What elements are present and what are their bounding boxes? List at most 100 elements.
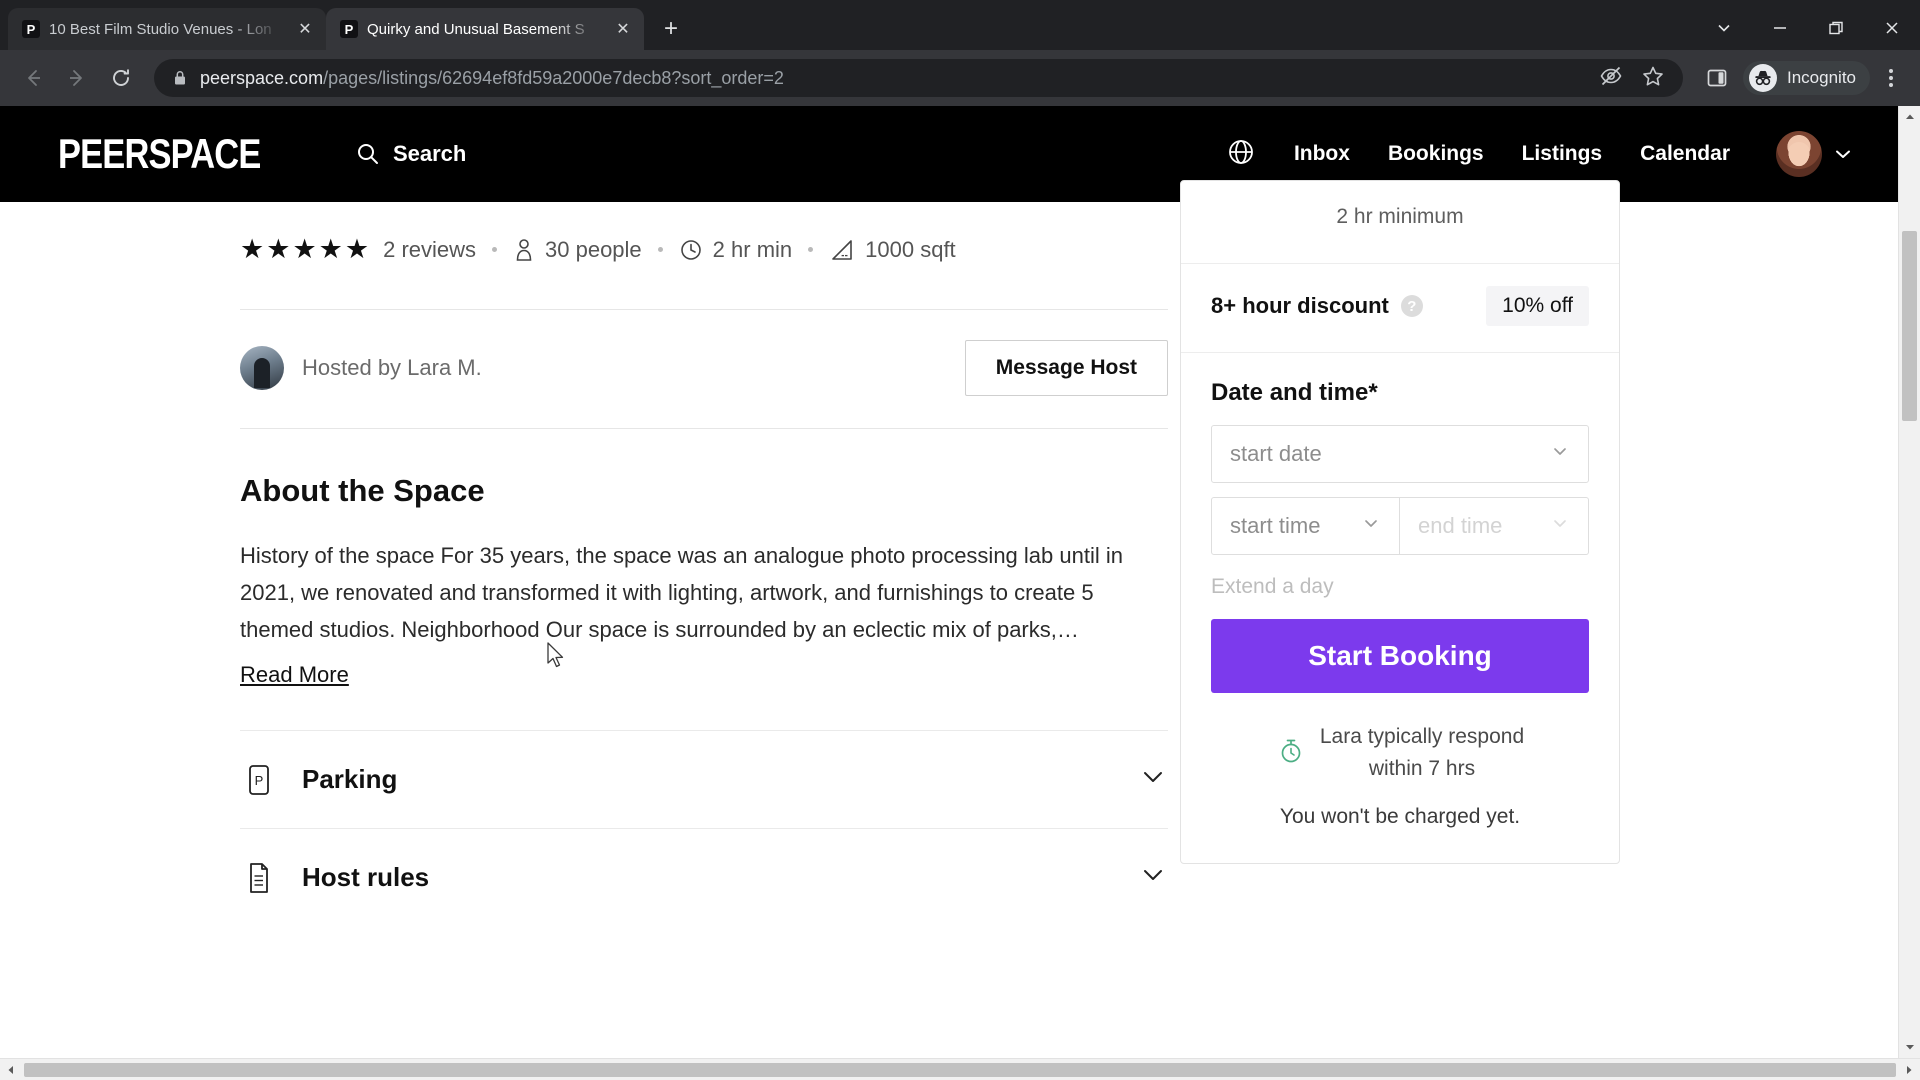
clock-icon bbox=[680, 239, 701, 260]
reviews-label: 2 reviews bbox=[383, 236, 477, 262]
listing-sections: P Parking Host rules bbox=[240, 730, 1168, 926]
incognito-indicator[interactable]: Incognito bbox=[1743, 61, 1870, 95]
incognito-label: Incognito bbox=[1787, 68, 1856, 87]
extend-a-day-link[interactable]: Extend a day bbox=[1211, 575, 1589, 599]
search-icon bbox=[357, 144, 378, 164]
close-icon[interactable] bbox=[1864, 6, 1920, 50]
booking-form: Date and time* start date start time end… bbox=[1181, 352, 1619, 863]
listing-stats: ★ ★ ★ ★ ★ 2 reviews 30 people 2 hr min 1… bbox=[240, 202, 1180, 263]
date-time-heading: Date and time* bbox=[1211, 379, 1378, 406]
capacity-label: 30 people bbox=[545, 236, 642, 262]
discount-row: 8+ hour discount ? 10% off bbox=[1181, 263, 1619, 352]
browser-window: P 10 Best Film Studio Venues - Lon ✕ P Q… bbox=[0, 0, 1920, 1080]
lock-icon bbox=[175, 71, 185, 85]
start-time-value: start time bbox=[1230, 513, 1321, 538]
chevron-down-icon bbox=[1550, 513, 1570, 539]
search-label: Search bbox=[392, 141, 467, 166]
nav-inbox[interactable]: Inbox bbox=[1294, 142, 1350, 166]
booking-column: 2 hr minimum 8+ hour discount ? 10% off … bbox=[1180, 180, 1680, 1058]
eye-crossed-icon[interactable] bbox=[1599, 64, 1623, 93]
end-time-select[interactable]: end time bbox=[1400, 497, 1589, 555]
scroll-up-arrow-icon[interactable] bbox=[1899, 106, 1920, 128]
horizontal-scrollbar-thumb[interactable] bbox=[24, 1062, 1896, 1077]
host-name: Hosted by Lara M. bbox=[302, 355, 482, 380]
section-host-rules[interactable]: Host rules bbox=[240, 828, 1168, 926]
page-viewport: PEERSPACE Search Inbox Bookings Listings… bbox=[0, 106, 1920, 1058]
minimize-icon[interactable] bbox=[1752, 6, 1808, 50]
nav-listings[interactable]: Listings bbox=[1522, 142, 1603, 166]
parking-icon: P bbox=[240, 763, 278, 797]
message-host-button[interactable]: Message Host bbox=[964, 340, 1168, 396]
forward-arrow-icon[interactable] bbox=[58, 59, 96, 97]
star-icon[interactable] bbox=[1641, 64, 1665, 93]
omnibox-actions bbox=[1599, 64, 1671, 93]
section-label: Parking bbox=[302, 764, 398, 794]
listing-content: ★ ★ ★ ★ ★ 2 reviews 30 people 2 hr min 1… bbox=[0, 180, 1898, 1058]
tab-title: Quirky and Unusual Basement S bbox=[367, 20, 585, 38]
incognito-icon bbox=[1749, 64, 1777, 92]
vertical-scrollbar[interactable] bbox=[1898, 106, 1920, 1058]
about-text: History of the space For 35 years, the s… bbox=[240, 543, 1123, 642]
header-nav: Inbox Bookings Listings Calendar bbox=[1226, 131, 1854, 177]
kebab-menu-icon[interactable] bbox=[1876, 69, 1906, 87]
vertical-scrollbar-thumb[interactable] bbox=[1902, 231, 1917, 421]
section-label: Host rules bbox=[302, 862, 430, 892]
minimum-label: 2 hr min bbox=[712, 236, 793, 262]
capacity-stat: 30 people bbox=[513, 237, 642, 263]
help-icon[interactable]: ? bbox=[1400, 295, 1423, 317]
no-charge-note: You won't be charged yet. bbox=[1279, 805, 1521, 828]
peerspace-logo[interactable]: PEERSPACE bbox=[58, 130, 261, 178]
read-more-link[interactable]: Read More bbox=[240, 662, 349, 688]
browser-tab-2[interactable]: P Quirky and Unusual Basement S ✕ bbox=[326, 8, 644, 50]
size-label: 1000 sqft bbox=[865, 236, 956, 262]
scroll-down-arrow-icon[interactable] bbox=[1899, 1036, 1920, 1058]
response-time-text: Lara typically respond within 7 hrs bbox=[1319, 725, 1525, 780]
side-panel-icon[interactable] bbox=[1697, 66, 1737, 90]
close-icon[interactable]: ✕ bbox=[612, 18, 634, 40]
chevron-down-icon bbox=[1836, 150, 1850, 158]
separator-dot bbox=[657, 247, 663, 252]
account-menu[interactable] bbox=[1776, 131, 1854, 177]
scroll-left-arrow-icon[interactable] bbox=[0, 1064, 22, 1076]
separator-dot bbox=[808, 247, 814, 252]
start-time-select[interactable]: start time bbox=[1211, 497, 1400, 555]
globe-icon[interactable] bbox=[1226, 137, 1256, 172]
minimum-note: 2 hr minimum bbox=[1336, 205, 1464, 228]
url-text: peerspace.com/pages/listings/62694ef8fd5… bbox=[200, 67, 784, 88]
time-selects: start time end time bbox=[1211, 497, 1589, 555]
peerspace-p-icon: P bbox=[22, 20, 40, 38]
reload-icon[interactable] bbox=[102, 59, 140, 97]
tab-strip: P 10 Best Film Studio Venues - Lon ✕ P Q… bbox=[0, 0, 1920, 50]
reviews-count[interactable]: 2 reviews bbox=[383, 237, 476, 263]
start-booking-button[interactable]: Start Booking bbox=[1211, 619, 1589, 693]
back-arrow-icon[interactable] bbox=[14, 59, 52, 97]
scroll-right-arrow-icon[interactable] bbox=[1898, 1064, 1920, 1076]
section-parking[interactable]: P Parking bbox=[240, 730, 1168, 828]
discount-label: 8+ hour discount bbox=[1211, 293, 1389, 318]
discount-label-wrap: 8+ hour discount ? bbox=[1211, 293, 1423, 319]
address-bar[interactable]: peerspace.com/pages/listings/62694ef8fd5… bbox=[154, 59, 1683, 97]
tab-search-chevron-icon[interactable] bbox=[1696, 6, 1752, 50]
chevron-down-icon bbox=[1361, 513, 1381, 539]
nav-calendar[interactable]: Calendar bbox=[1640, 142, 1730, 166]
browser-tab-1[interactable]: P 10 Best Film Studio Venues - Lon ✕ bbox=[8, 8, 326, 50]
peerspace-p-icon: P bbox=[340, 20, 358, 38]
nav-bookings[interactable]: Bookings bbox=[1388, 142, 1484, 166]
new-tab-button[interactable]: + bbox=[654, 12, 688, 46]
rating-stars: ★ ★ ★ ★ ★ bbox=[240, 234, 370, 264]
document-icon bbox=[240, 861, 278, 895]
divider bbox=[240, 428, 1168, 429]
listing-main-column: ★ ★ ★ ★ ★ 2 reviews 30 people 2 hr min 1… bbox=[0, 202, 1180, 1058]
start-date-select[interactable]: start date bbox=[1211, 425, 1589, 483]
tab-title: 10 Best Film Studio Venues - Lon bbox=[49, 20, 272, 38]
chevron-down-icon bbox=[1550, 441, 1570, 467]
close-icon[interactable]: ✕ bbox=[294, 18, 316, 40]
avatar bbox=[1776, 131, 1822, 177]
horizontal-scrollbar[interactable] bbox=[0, 1058, 1920, 1080]
search-button[interactable]: Search bbox=[355, 141, 466, 167]
end-time-value: end time bbox=[1418, 513, 1503, 538]
host-avatar[interactable] bbox=[240, 346, 284, 390]
person-icon bbox=[516, 238, 532, 261]
start-date-value: start date bbox=[1230, 441, 1322, 466]
restore-icon[interactable] bbox=[1808, 6, 1864, 50]
